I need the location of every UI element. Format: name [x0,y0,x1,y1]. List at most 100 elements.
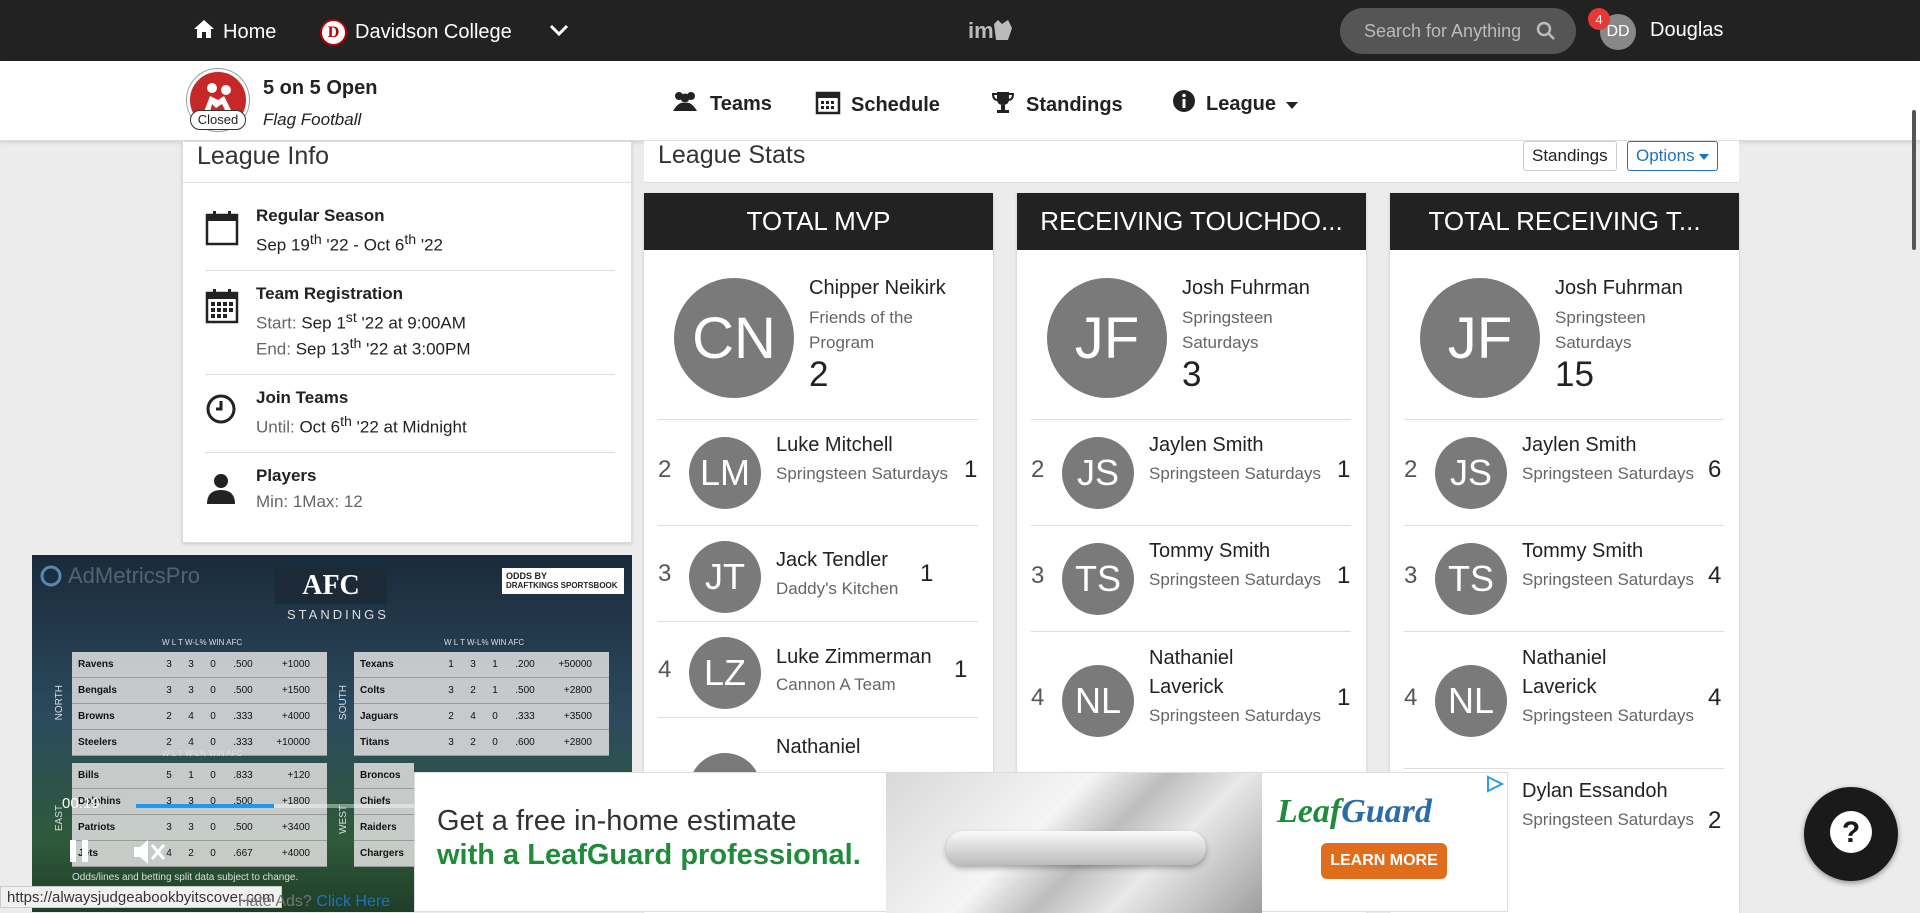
divider [658,717,978,718]
avatar[interactable]: JT [689,541,761,613]
avatar[interactable]: NL [1435,665,1507,737]
player-name[interactable]: Nathaniel [776,733,951,762]
player-team[interactable]: Springsteen Saturdays [1522,703,1697,728]
divider [183,182,631,183]
table-cell: 0 [210,737,216,748]
calendar-blank-icon [205,210,239,251]
nav-schedule[interactable]: Schedule [815,89,940,121]
rank: 3 [1031,562,1045,589]
divider [1404,631,1724,632]
player-team[interactable]: Springsteen Saturdays [1149,567,1324,592]
table-cell: 4 [188,737,194,748]
avatar[interactable]: JS [1062,437,1134,509]
player-name[interactable]: Tommy Smith [1522,537,1697,566]
player-name[interactable]: Tommy Smith [1149,537,1324,566]
player-team[interactable]: Springsteen Saturdays [776,461,951,486]
player-name[interactable]: Jaylen Smith [1149,431,1324,460]
scrollbar[interactable] [1912,110,1916,250]
help-button[interactable]: ? [1804,787,1898,881]
divider [1404,419,1724,420]
player-team[interactable]: Cannon A Team [776,672,951,697]
avatar[interactable]: TS [1435,543,1507,615]
player-name[interactable]: Nathaniel Laverick [1522,644,1672,702]
registration-end: End: Sep 13th '22 at 3:00PM [256,336,471,359]
player-team[interactable]: Springsteen Saturdays [1149,461,1324,486]
question-icon: ? [1828,809,1874,860]
player-name[interactable]: Jaylen Smith [1522,431,1697,460]
search-input[interactable]: Search for Anything [1340,8,1576,54]
table-cell: 2 [470,685,476,696]
rank: 2 [1031,456,1045,483]
stat-value: 1 [954,656,968,683]
hate-ads-link[interactable]: Click Here [316,893,390,910]
table-row: Colts 3 2 1 .500 +2800 [354,678,609,704]
table-row: Patriots 3 3 0 .500 +3400 [72,815,327,841]
standings-button[interactable]: Standings [1523,141,1617,171]
league-stats-header: League Stats Standings Options [644,141,1739,183]
nav-league-dropdown[interactable]: League [1172,89,1299,119]
team-name: Broncos [360,770,401,781]
player-team[interactable]: Springsteen Saturdays [1522,461,1697,486]
table-cell: 1 [188,770,194,781]
stat-value: 1 [1337,684,1351,711]
home-link[interactable]: Home [193,19,276,45]
table-cell: 1 [492,659,498,670]
avatar[interactable]: NL [1062,665,1134,737]
notification-badge[interactable]: 4 [1588,8,1610,30]
chevron-down-icon[interactable] [548,18,570,47]
calendar-icon [815,89,841,121]
avatar[interactable]: JS [1435,437,1507,509]
avatar[interactable]: JF [1420,278,1540,398]
team-name: Chargers [360,848,404,859]
avatar[interactable]: JF [1047,278,1167,398]
pause-icon[interactable] [67,838,91,869]
player-team[interactable]: Springsteen Saturdays [1522,807,1697,832]
calendar-icon [205,288,239,329]
player-team[interactable]: Springsteen Saturdays [1555,305,1725,355]
avatar[interactable]: CN [674,278,794,398]
adchoices-icon[interactable] [1485,775,1505,798]
table-cell: 1 [448,659,454,670]
player-name[interactable]: Chipper Neikirk [809,277,946,300]
standings-table-south: W L T W-L% WIN AFC Texans 1 3 1 .200 +50000 Col… [354,638,609,756]
table-cell: .833 [233,770,253,781]
player-team[interactable]: Springsteen Saturdays [1182,305,1352,355]
muted-speaker-icon[interactable] [132,838,166,871]
imleagues-logo-icon[interactable]: im [968,16,1014,49]
table-cell: 0 [210,848,216,859]
table-cell: 3 [166,822,172,833]
search-icon[interactable] [1536,21,1556,46]
player-team[interactable]: Springsteen Saturdays [1149,703,1324,728]
video-subheading: STANDINGS [287,607,389,622]
player-team[interactable]: Friends of the Program [809,305,979,355]
league-stats-title: League Stats [658,141,806,169]
users-icon [670,89,700,119]
player-name[interactable]: Dylan Essandoh [1522,777,1722,806]
table-cell: .500 [515,685,535,696]
nav-standings[interactable]: Standings [990,89,1123,121]
team-name: Patriots [78,822,116,833]
player-name[interactable]: Luke Mitchell [776,431,951,460]
avatar[interactable]: LZ [689,637,761,709]
player-team[interactable]: Springsteen Saturdays [1522,567,1697,592]
player-name[interactable]: Luke Zimmerman [776,643,976,672]
school-switcher[interactable]: D Davidson College [320,19,512,46]
banner-ad[interactable]: Get a free in-home estimate with a LeafG… [414,772,1508,913]
table-cell: 3 [188,659,194,670]
rank: 4 [1404,684,1418,711]
player-name[interactable]: Josh Fuhrman [1555,277,1683,300]
avatar[interactable]: LM [689,437,761,509]
stat-value: 4 [1708,684,1722,711]
nav-teams[interactable]: Teams [670,89,772,119]
user-name[interactable]: Douglas [1650,19,1723,42]
gutter-image [886,773,1262,913]
avatar[interactable]: TS [1062,543,1134,615]
options-dropdown-button[interactable]: Options [1627,141,1719,171]
player-name[interactable]: Josh Fuhrman [1182,277,1310,300]
learn-more-button[interactable]: LEARN MORE [1321,843,1447,879]
top-navbar: Home D Davidson College im Search for An… [0,0,1920,61]
player-name[interactable]: Nathaniel Laverick [1149,644,1299,702]
table-cell: 2 [470,737,476,748]
league-info-panel: League Info Regular Season Sep 19th '22 … [182,141,632,543]
odds-badge: ODDS BY DRAFTKINGS SPORTSBOOK [502,568,624,594]
